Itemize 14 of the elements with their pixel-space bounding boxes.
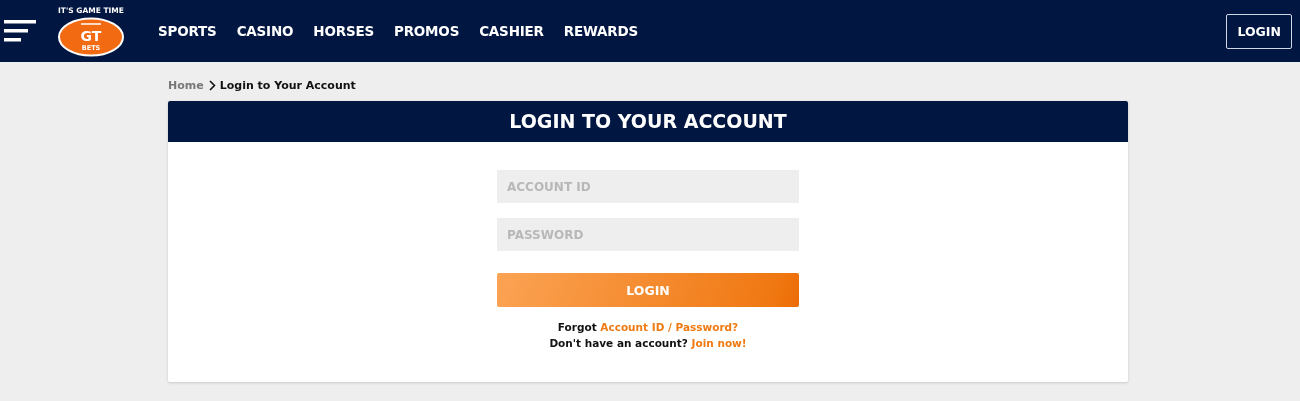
help-text: Don't have an account? Join now! [549, 337, 747, 349]
nav-link[interactable]: CASHIER [469, 23, 554, 39]
nav-link[interactable]: CASINO [226, 23, 304, 39]
nav-link[interactable]: SPORTS [148, 23, 227, 39]
breadcrumb-current: Login to Your Account [219, 79, 356, 92]
nav-link[interactable]: REWARDS [553, 23, 649, 39]
breadcrumb-link[interactable]: Home [168, 79, 204, 92]
nav-link[interactable]: HORSES [303, 23, 384, 39]
menu-icon[interactable] [4, 20, 36, 42]
nav-link[interactable]: PROMOS [383, 23, 470, 39]
login-button[interactable]: LOGIN [1226, 13, 1292, 49]
chevron-icon [207, 80, 216, 91]
help-text: Forgot Account ID / Password? [557, 321, 739, 333]
card-title: LOGIN TO YOUR ACCOUNT [168, 101, 1128, 142]
